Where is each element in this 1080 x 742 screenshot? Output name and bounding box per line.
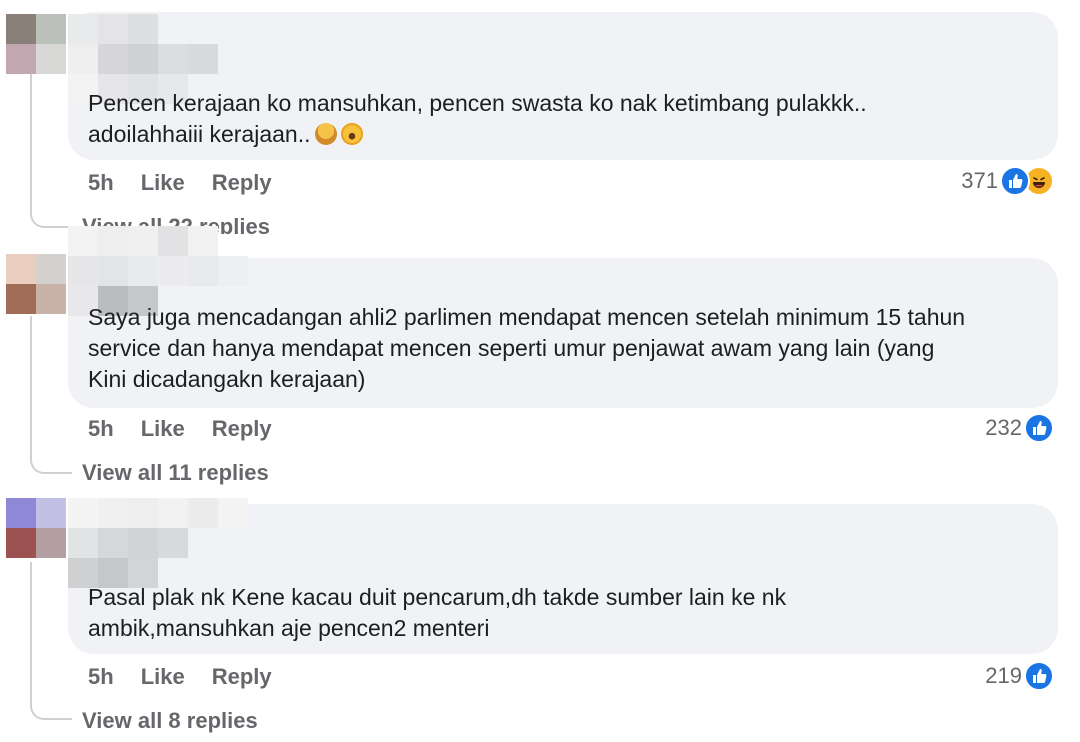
reaction-summary[interactable]: 371	[961, 166, 1054, 196]
reaction-summary[interactable]: 219	[985, 661, 1054, 691]
comment-text: Saya juga mencadangan ahli2 parlimen men…	[88, 304, 966, 392]
person-facepalming-emoji	[314, 123, 337, 145]
thumbs-up-icon	[1024, 661, 1054, 691]
avatar[interactable]	[6, 14, 66, 74]
like-button[interactable]: Like	[141, 416, 185, 442]
thread-line	[30, 70, 72, 228]
comment-text: Pencen kerajaan ko mansuhkan, pencen swa…	[88, 90, 867, 147]
comment-actions: 5h Like Reply	[88, 170, 272, 196]
avatar[interactable]	[6, 254, 66, 314]
author-name-redacted[interactable]	[68, 498, 248, 588]
thumbs-up-icon	[1000, 166, 1030, 196]
thumbs-up-icon	[1024, 413, 1054, 443]
comment-actions: 5h Like Reply	[88, 416, 272, 442]
avatar[interactable]	[6, 498, 66, 558]
timestamp[interactable]: 5h	[88, 416, 114, 442]
comment-bubble: Saya juga mencadangan ahli2 parlimen men…	[68, 226, 1058, 408]
face-with-tears-of-joy-emoji	[340, 123, 363, 145]
view-replies-link[interactable]: View all 11 replies	[82, 460, 269, 486]
comment-text: Pasal plak nk Kene kacau duit pencarum,d…	[88, 584, 787, 641]
view-replies-link[interactable]: View all 8 replies	[82, 708, 258, 734]
reply-button[interactable]: Reply	[212, 664, 272, 690]
comment-actions: 5h Like Reply	[88, 664, 272, 690]
like-button[interactable]: Like	[141, 170, 185, 196]
reply-button[interactable]: Reply	[212, 416, 272, 442]
comment-bubble: Pencen kerajaan ko mansuhkan, pencen swa…	[68, 12, 1058, 160]
reaction-count: 219	[985, 663, 1022, 688]
reaction-summary[interactable]: 232	[985, 413, 1054, 443]
like-button[interactable]: Like	[141, 664, 185, 690]
thread-line	[30, 316, 72, 474]
comment-bubble: Pasal plak nk Kene kacau duit pencarum,d…	[68, 498, 1058, 654]
timestamp[interactable]: 5h	[88, 664, 114, 690]
reaction-count: 371	[961, 168, 998, 193]
timestamp[interactable]: 5h	[88, 170, 114, 196]
thread-line	[30, 562, 72, 720]
reply-button[interactable]: Reply	[212, 170, 272, 196]
reaction-count: 232	[985, 415, 1022, 440]
